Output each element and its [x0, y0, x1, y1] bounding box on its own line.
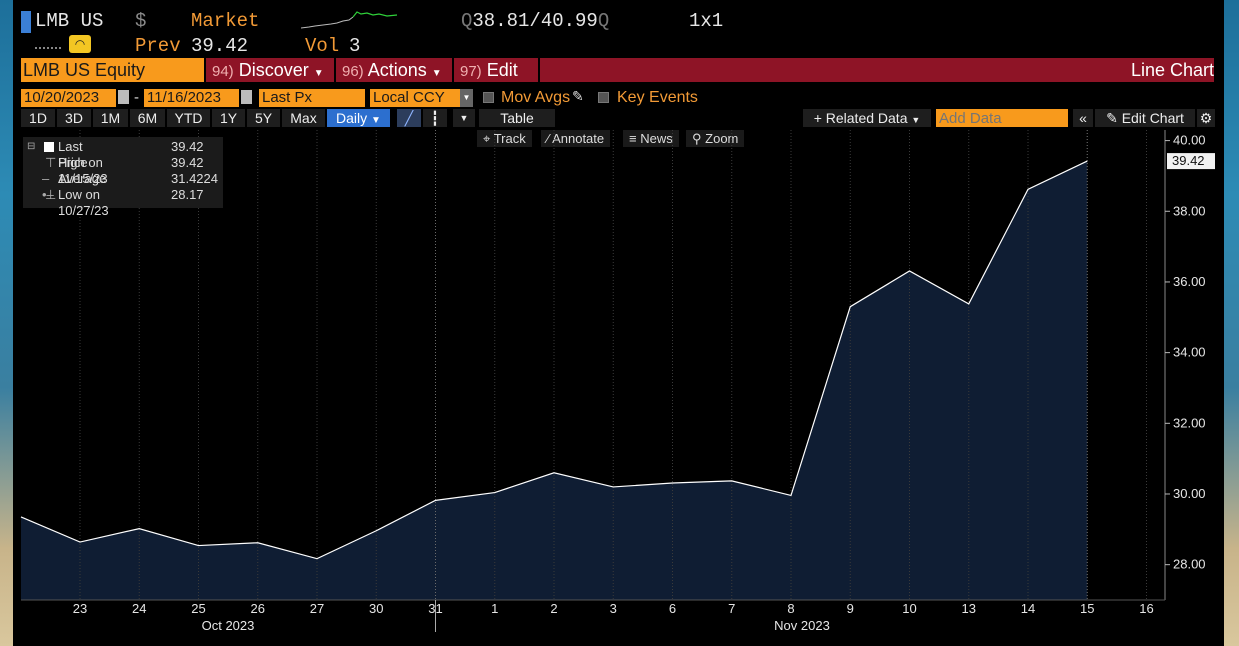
x-tick-label: 8 — [787, 601, 794, 616]
y-tick-label: 38.00 — [1173, 203, 1206, 218]
x-tick-label: 10 — [902, 601, 916, 616]
x-tick-label: 13 — [962, 601, 976, 616]
month-label: Nov 2023 — [774, 618, 830, 633]
last-value-label: 39.42 — [1172, 153, 1205, 168]
x-tick-label: 6 — [669, 601, 676, 616]
x-tick-label: 30 — [369, 601, 383, 616]
y-tick-label: 32.00 — [1173, 415, 1206, 430]
x-tick-label: 23 — [73, 601, 87, 616]
y-tick-label: 30.00 — [1173, 486, 1206, 501]
y-tick-label: 28.00 — [1173, 557, 1206, 572]
x-tick-label: 3 — [610, 601, 617, 616]
legend-average-label: Average — [58, 171, 107, 186]
high-marker-icon: ⊤ — [45, 155, 57, 170]
x-tick-label: 15 — [1080, 601, 1094, 616]
x-tick-label: 2 — [550, 601, 557, 616]
legend-low-value: 28.17 — [171, 187, 204, 202]
y-tick-label: 34.00 — [1173, 345, 1206, 360]
terminal-window: LMB US $ Market Q38.81/40.99Q 1x1 ◠ Prev… — [13, 0, 1224, 646]
y-tick-label: 40.00 — [1173, 133, 1206, 148]
month-label: Oct 2023 — [202, 618, 255, 633]
collapse-icon[interactable]: ⊟ — [27, 139, 35, 155]
x-tick-label: 24 — [132, 601, 146, 616]
legend-average-value: 31.4224 — [171, 171, 218, 186]
chart-legend: ⊟ Last Price 39.42 ⊤ High on 11/15/23 39… — [23, 137, 223, 218]
y-tick-label: 36.00 — [1173, 274, 1206, 289]
price-chart[interactable]: 28.00 30.00 32.00 34.00 36.00 38.00 40.00 39.42… — [13, 0, 1224, 646]
x-tick-label: 26 — [251, 601, 265, 616]
low-marker-icon: ⊥ — [45, 187, 57, 202]
series-swatch — [44, 142, 54, 152]
x-tick-label: 27 — [310, 601, 324, 616]
legend-low-label: Low on 10/27/23 — [58, 187, 109, 218]
x-tick-label: 14 — [1021, 601, 1035, 616]
x-tick-label: 16 — [1139, 601, 1153, 616]
x-tick-label: 7 — [728, 601, 735, 616]
x-tick-label: 1 — [491, 601, 498, 616]
x-tick-label: 25 — [191, 601, 205, 616]
legend-last-price-value: 39.42 — [171, 139, 204, 154]
legend-high-value: 39.42 — [171, 155, 204, 170]
x-tick-label: 9 — [847, 601, 854, 616]
